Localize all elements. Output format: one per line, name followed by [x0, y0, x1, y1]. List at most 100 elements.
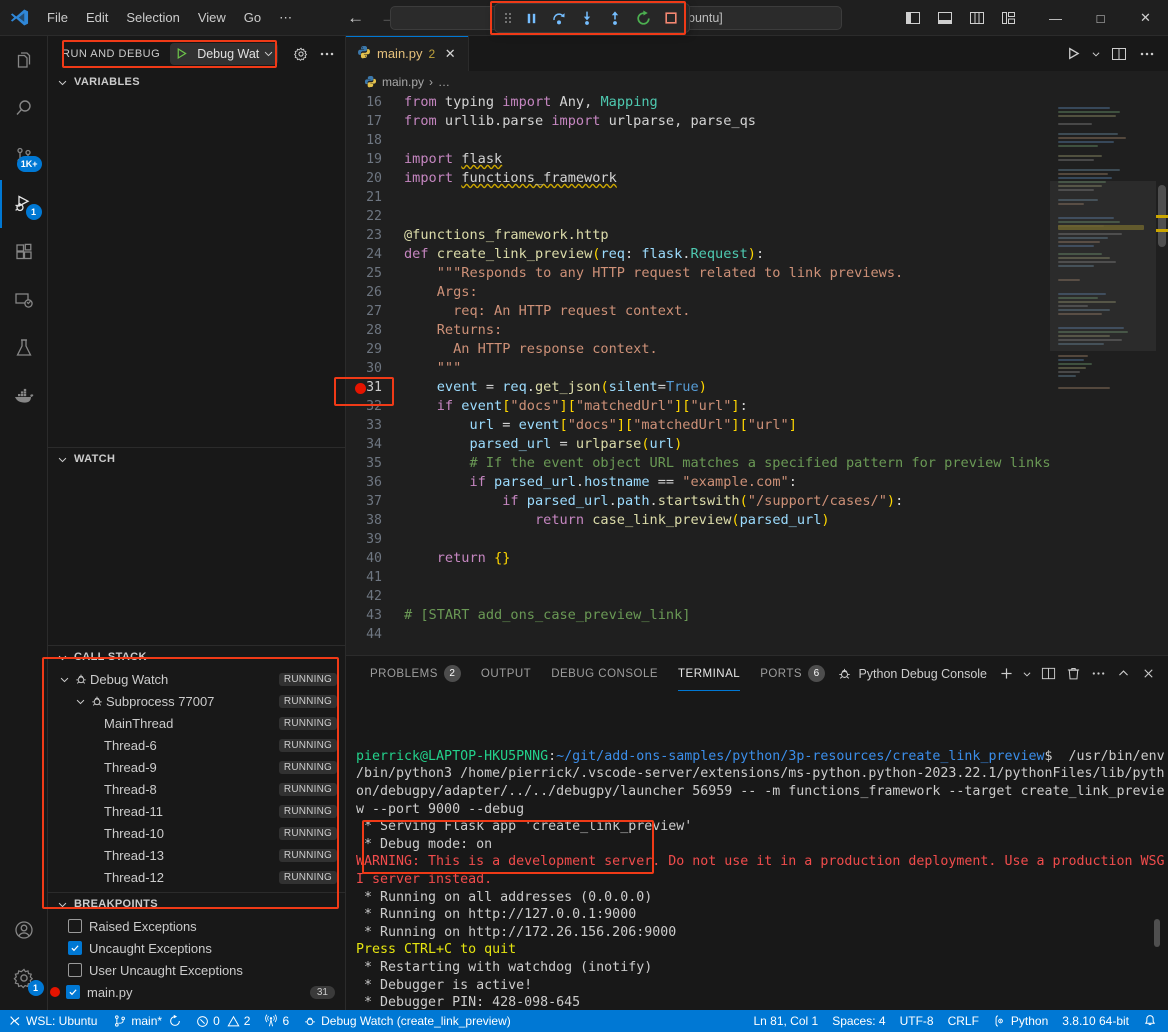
- close-panel-button[interactable]: [1136, 662, 1160, 686]
- line-number-gutter[interactable]: 43: [346, 606, 404, 625]
- kill-terminal-button[interactable]: [1061, 662, 1085, 686]
- call-stack-row[interactable]: Thread-13RUNNING: [48, 844, 345, 866]
- line-number-gutter[interactable]: 36: [346, 473, 404, 492]
- panel-more-actions-button[interactable]: [1086, 662, 1110, 686]
- code-line-text[interactable]: Returns:: [404, 321, 502, 340]
- code-line[interactable]: 40 return {}: [346, 549, 1050, 568]
- code-line-text[interactable]: An HTTP response context.: [404, 340, 658, 359]
- status-ports[interactable]: 6: [257, 1010, 296, 1032]
- line-number-gutter[interactable]: 18: [346, 131, 404, 150]
- code-line[interactable]: 28 Returns:: [346, 321, 1050, 340]
- breakpoint-dot-icon[interactable]: [355, 383, 366, 394]
- code-line-text[interactable]: import flask: [404, 150, 502, 169]
- code-line[interactable]: 22: [346, 207, 1050, 226]
- activity-bar-item-manage[interactable]: 1: [0, 954, 48, 1002]
- code-line[interactable]: 43# [START add_ons_case_preview_link]: [346, 606, 1050, 625]
- breakpoint-row[interactable]: Raised Exceptions: [48, 915, 345, 937]
- status-encoding[interactable]: UTF-8: [893, 1010, 941, 1032]
- line-number-gutter[interactable]: 38: [346, 511, 404, 530]
- code-line-text[interactable]: return case_link_preview(parsed_url): [404, 511, 830, 530]
- status-git-branch[interactable]: main*: [106, 1010, 189, 1032]
- status-cursor-position[interactable]: Ln 81, Col 1: [746, 1010, 825, 1032]
- terminal-output[interactable]: pierrick@LAPTOP-HKU5PNNG:~/git/add-ons-s…: [346, 691, 1168, 1010]
- line-number-gutter[interactable]: 20: [346, 169, 404, 188]
- line-number-gutter[interactable]: 19: [346, 150, 404, 169]
- step-over-button[interactable]: [546, 6, 572, 30]
- chevron-down-icon[interactable]: [72, 696, 88, 707]
- split-editor-right-button[interactable]: [1106, 41, 1132, 67]
- code-line-text[interactable]: Args:: [404, 283, 478, 302]
- line-number-gutter[interactable]: 39: [346, 530, 404, 549]
- code-line[interactable]: 44: [346, 625, 1050, 644]
- line-number-gutter[interactable]: 24: [346, 245, 404, 264]
- code-line-text[interactable]: """: [404, 359, 461, 378]
- code-line[interactable]: 20import functions_framework: [346, 169, 1050, 188]
- code-line[interactable]: 35 # If the event object URL matches a s…: [346, 454, 1050, 473]
- menu-more[interactable]: ⋯: [270, 7, 301, 29]
- code-line-text[interactable]: # If the event object URL matches a spec…: [404, 454, 1050, 473]
- call-stack-row[interactable]: Subprocess 77007RUNNING: [48, 690, 345, 712]
- code-line-text[interactable]: """Responds to any HTTP request related …: [404, 264, 903, 283]
- open-launch-json-gear-icon[interactable]: [289, 42, 313, 66]
- code-line[interactable]: 32 if event["docs"]["matchedUrl"]["url"]…: [346, 397, 1050, 416]
- menu-go[interactable]: Go: [235, 7, 270, 28]
- menu-file[interactable]: File: [38, 7, 77, 28]
- line-number-gutter[interactable]: 22: [346, 207, 404, 226]
- code-line[interactable]: 41: [346, 568, 1050, 587]
- code-line-text[interactable]: req: An HTTP request context.: [404, 302, 690, 321]
- code-line-text[interactable]: parsed_url = urlparse(url): [404, 435, 682, 454]
- close-window-button[interactable]: ✕: [1123, 0, 1168, 36]
- code-line-text[interactable]: from typing import Any, Mapping: [404, 93, 658, 112]
- code-line[interactable]: 27 req: An HTTP request context.: [346, 302, 1050, 321]
- breakpoint-row[interactable]: Uncaught Exceptions: [48, 937, 345, 959]
- stop-button[interactable]: [658, 6, 684, 30]
- status-notifications-bell-icon[interactable]: [1136, 1010, 1164, 1032]
- watch-section-header[interactable]: WATCH: [48, 448, 345, 470]
- editor-scrollbar[interactable]: [1156, 93, 1168, 655]
- go-back-icon[interactable]: ←: [347, 9, 364, 26]
- code-line-text[interactable]: if parsed_url.path.startswith("/support/…: [404, 492, 903, 511]
- code-line-text[interactable]: def create_link_preview(req: flask.Reque…: [404, 245, 764, 264]
- activity-bar-item-run-and-debug[interactable]: 1: [0, 180, 48, 228]
- minimap[interactable]: [1050, 93, 1168, 655]
- menu-selection[interactable]: Selection: [117, 7, 188, 28]
- toggle-primary-sidebar-icon[interactable]: [899, 5, 927, 31]
- line-number-gutter[interactable]: 33: [346, 416, 404, 435]
- start-debugging-icon[interactable]: [170, 47, 192, 60]
- activity-bar-item-source-control[interactable]: 1K+: [0, 132, 48, 180]
- code-line[interactable]: 31 event = req.get_json(silent=True): [346, 378, 1050, 397]
- launch-configuration-selector[interactable]: Debug Wat: [170, 43, 278, 65]
- split-terminal-button[interactable]: [1036, 662, 1060, 686]
- status-indentation[interactable]: Spaces: 4: [825, 1010, 892, 1032]
- code-line-text[interactable]: @functions_framework.http: [404, 226, 609, 245]
- code-line[interactable]: 18: [346, 131, 1050, 150]
- terminal-dropdown-chevron-down-icon[interactable]: [1019, 662, 1035, 686]
- code-line-text[interactable]: return {}: [404, 549, 510, 568]
- breadcrumb-rest[interactable]: …: [438, 75, 450, 89]
- code-line-text[interactable]: from urllib.parse import urlparse, parse…: [404, 112, 756, 131]
- toggle-panel-icon[interactable]: [931, 5, 959, 31]
- activity-bar-item-testing[interactable]: [0, 324, 48, 372]
- activity-bar-item-search[interactable]: [0, 84, 48, 132]
- code-line[interactable]: 16from typing import Any, Mapping: [346, 93, 1050, 112]
- code-line-text[interactable]: event = req.get_json(silent=True): [404, 378, 707, 397]
- status-language-mode[interactable]: Python: [986, 1010, 1055, 1032]
- editor-more-actions-button[interactable]: [1134, 41, 1160, 67]
- line-number-gutter[interactable]: 34: [346, 435, 404, 454]
- minimize-button[interactable]: —: [1033, 0, 1078, 36]
- code-line[interactable]: 24def create_link_preview(req: flask.Req…: [346, 245, 1050, 264]
- line-number-gutter[interactable]: 21: [346, 188, 404, 207]
- chevron-down-icon[interactable]: [260, 48, 276, 59]
- activity-bar-item-accounts[interactable]: [0, 906, 48, 954]
- line-number-gutter[interactable]: 17: [346, 112, 404, 131]
- call-stack-row[interactable]: MainThreadRUNNING: [48, 712, 345, 734]
- line-number-gutter[interactable]: 28: [346, 321, 404, 340]
- activity-bar-item-explorer[interactable]: [0, 36, 48, 84]
- code-line[interactable]: 17from urllib.parse import urlparse, par…: [346, 112, 1050, 131]
- code-line[interactable]: 42: [346, 587, 1050, 606]
- code-line-text[interactable]: import functions_framework: [404, 169, 617, 188]
- code-line[interactable]: 29 An HTTP response context.: [346, 340, 1050, 359]
- code-line-text[interactable]: url = event["docs"]["matchedUrl"]["url"]: [404, 416, 797, 435]
- breakpoint-checkbox[interactable]: [68, 941, 82, 955]
- line-number-gutter[interactable]: 27: [346, 302, 404, 321]
